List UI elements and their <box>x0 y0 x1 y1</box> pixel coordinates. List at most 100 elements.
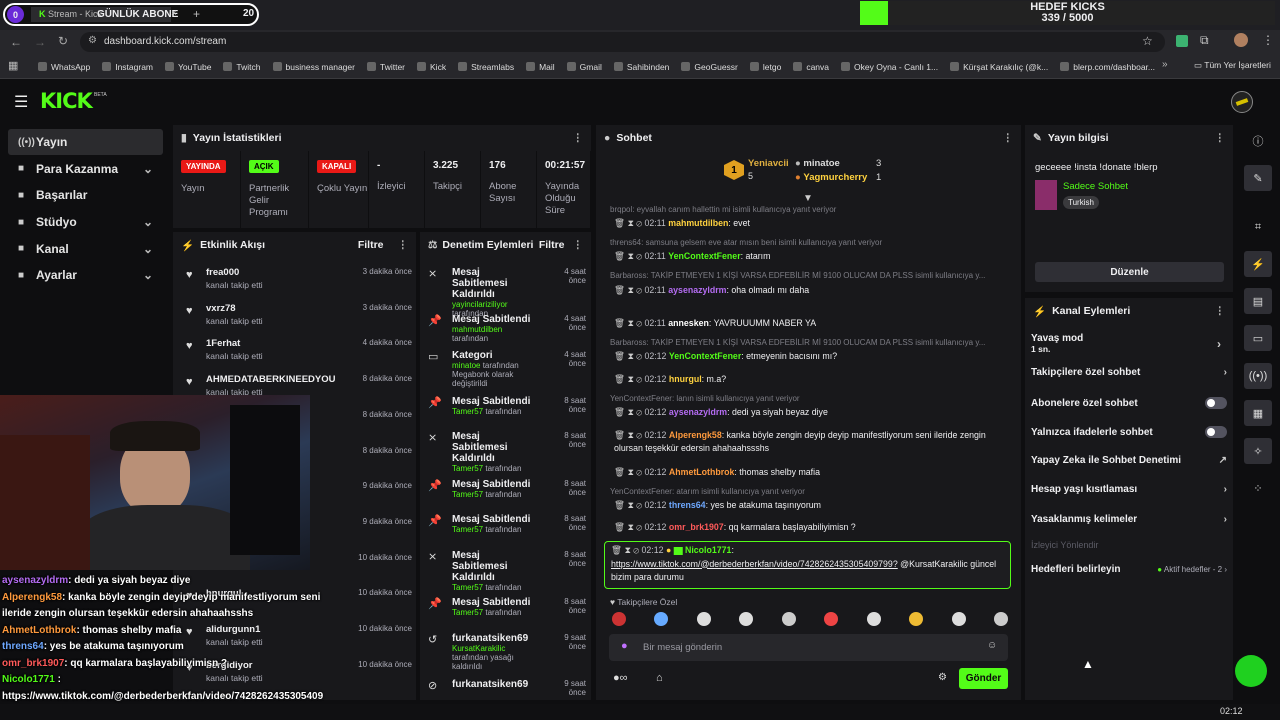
moderator-name[interactable]: Tamer57 <box>452 583 483 592</box>
reload-icon[interactable]: ↻ <box>58 34 68 48</box>
banned-words-row[interactable]: Yasaklanmış kelimeler › <box>1031 514 1227 525</box>
extensions-icon[interactable]: ⧉ <box>1200 33 1209 48</box>
bookmark-item[interactable]: Twitch <box>223 61 261 72</box>
edit-icon[interactable]: ✎ <box>1244 165 1272 191</box>
timeout-icon[interactable]: ⧗ <box>628 467 637 477</box>
forward-icon[interactable]: → <box>34 35 46 49</box>
sidebar-item-3[interactable]: ■ Stüdyo ⌄ <box>8 209 163 235</box>
message-user[interactable]: omr_brk1907 <box>669 522 724 532</box>
category-link[interactable]: Sadece Sohbet <box>1063 181 1128 192</box>
delete-icon[interactable]: 🗑 <box>614 522 628 532</box>
moderator-name[interactable]: Tamer57 <box>452 490 483 499</box>
message-user[interactable]: Nicolo1771 <box>685 545 731 555</box>
bookmark-item[interactable]: letgo <box>749 61 781 72</box>
sidebar-item-5[interactable]: ■ Ayarlar ⌄ <box>8 262 163 288</box>
moderator-name[interactable]: mahmutdilben <box>452 325 502 334</box>
wrench-icon[interactable]: ✧ <box>1244 438 1272 464</box>
emote-icon[interactable] <box>909 612 924 626</box>
message-user[interactable]: mahmutdilben <box>668 218 728 228</box>
hamburger-menu-icon[interactable]: ☰ <box>14 92 28 112</box>
delete-icon[interactable]: 🗑 <box>614 407 628 417</box>
emote-icon[interactable] <box>951 612 966 626</box>
timeout-icon[interactable]: ⧗ <box>628 500 637 510</box>
emote-icon[interactable] <box>696 612 711 626</box>
sidebar-item-2[interactable]: ■ Başarılar <box>8 182 163 208</box>
chat-settings-icon[interactable]: ⚙ <box>938 672 947 683</box>
bookmark-item[interactable]: Okey Oyna - Canlı 1... <box>841 61 938 72</box>
emote-icon[interactable] <box>993 612 1008 626</box>
followers-only-row[interactable]: Takipçilere özel sohbet › <box>1031 367 1227 378</box>
send-button[interactable]: Gönder <box>959 668 1008 689</box>
bookmark-item[interactable]: blerp.com/dashboar... <box>1060 61 1155 72</box>
moderator-name[interactable]: KursatKarakilic <box>452 644 505 653</box>
stats-menu-icon[interactable]: ⋮ <box>573 132 584 144</box>
message-user[interactable]: hnurgul <box>669 374 702 384</box>
profile-avatar[interactable] <box>1234 33 1248 47</box>
crop-icon[interactable]: ⌗ <box>1244 214 1272 240</box>
moderation-filter-button[interactable]: Filtre <box>539 239 565 251</box>
bookmark-item[interactable]: business manager <box>272 61 355 72</box>
message-link[interactable]: https://www.tiktok.com/@derbederberkfan/… <box>611 559 898 569</box>
lightning-icon[interactable]: ⚡ <box>1244 251 1272 277</box>
timeout-icon[interactable]: ⧗ <box>628 407 637 417</box>
activity-filter-button[interactable]: Filtre <box>358 239 384 251</box>
sidebar-item-1[interactable]: ■ Para Kazanma ⌄ <box>8 156 163 182</box>
grid-icon[interactable]: ▦ <box>1244 400 1272 426</box>
bookmark-item[interactable]: Mail <box>526 61 555 72</box>
emote-icon[interactable] <box>824 612 839 626</box>
all-bookmarks-link[interactable]: ▭ Tüm Yer İşaretleri <box>1194 60 1271 71</box>
apps-grid-icon[interactable]: ▦ <box>8 59 18 72</box>
bookmark-item[interactable]: canva <box>793 61 829 72</box>
browser-menu-icon[interactable]: ⋮ <box>1262 33 1274 47</box>
message-user[interactable]: annesken <box>668 318 709 328</box>
emoji-picker-icon[interactable]: ☺ <box>987 640 997 651</box>
timeout-icon[interactable]: ⧗ <box>625 545 631 555</box>
floating-action-button[interactable] <box>1235 655 1267 687</box>
store-icon[interactable]: ⌂ <box>656 672 663 684</box>
bookmark-star-icon[interactable]: ☆ <box>1142 34 1153 48</box>
points-icon[interactable]: ●∞ <box>613 672 628 684</box>
slow-mode-row[interactable]: Yavaş mod 1 sn. › <box>1031 333 1227 354</box>
user-avatar[interactable] <box>1231 91 1253 113</box>
new-tab-button[interactable]: + <box>193 7 200 21</box>
document-icon[interactable]: ▤ <box>1244 288 1272 314</box>
message-user[interactable]: YenContextFener <box>669 351 741 361</box>
drag-handle-icon[interactable]: ⁘ <box>1244 475 1272 501</box>
bookmarks-overflow-icon[interactable]: » <box>1162 59 1168 70</box>
account-age-row[interactable]: Hesap yaşı kısıtlaması › <box>1031 484 1227 495</box>
bookmark-item[interactable]: Kick <box>417 61 446 72</box>
chat-menu-icon[interactable]: ⋮ <box>1003 132 1014 144</box>
moderator-name[interactable]: yayincilariziliyor <box>452 300 508 309</box>
moderator-name[interactable]: Tamer57 <box>452 464 483 473</box>
tab-close-icon[interactable]: × <box>171 8 177 19</box>
emote-icon[interactable] <box>739 612 754 626</box>
moderator-name[interactable]: minatoe <box>452 361 480 370</box>
bookmark-item[interactable]: Instagram <box>102 61 153 72</box>
emote-icon[interactable] <box>654 612 669 626</box>
moderation-menu-icon[interactable]: ⋮ <box>573 239 584 251</box>
url-field[interactable]: ⚙ dashboard.kick.com/stream ☆ <box>80 32 1165 52</box>
bookmark-item[interactable]: Sahibinden <box>613 61 669 72</box>
gifter-name[interactable]: Yeniavcii <box>748 158 789 169</box>
message-user[interactable]: aysenazyldrm <box>669 407 727 417</box>
delete-icon[interactable]: 🗑 <box>614 374 628 384</box>
moderator-name[interactable]: Tamer57 <box>452 608 483 617</box>
bookmark-item[interactable]: YouTube <box>165 61 211 72</box>
timeout-icon[interactable]: ⧗ <box>628 218 637 228</box>
delete-icon[interactable]: 🗑 <box>614 500 628 510</box>
kick-logo[interactable]: KICK <box>40 89 93 113</box>
bookmark-item[interactable]: Kürşat Karakılıç (@k... <box>950 61 1048 72</box>
chat-icon[interactable]: ▭ <box>1244 325 1272 351</box>
emote-icon[interactable] <box>612 612 626 626</box>
moderator-name[interactable]: Tamer57 <box>452 525 483 534</box>
emotes-only-toggle[interactable] <box>1205 426 1227 438</box>
timeout-icon[interactable]: ⧗ <box>628 351 637 361</box>
ai-moderation-row[interactable]: Yapay Zeka ile Sohbet Denetimi ↗ <box>1031 455 1227 466</box>
emote-icon[interactable] <box>781 612 796 626</box>
edit-stream-info-button[interactable]: Düzenle <box>1035 262 1224 282</box>
message-user[interactable]: AhmetLothbrok <box>669 467 734 477</box>
activity-menu-icon[interactable]: ⋮ <box>398 239 409 251</box>
bookmark-item[interactable]: WhatsApp <box>38 61 90 72</box>
timeout-icon[interactable]: ⧗ <box>628 522 637 532</box>
bookmark-item[interactable]: Gmail <box>566 61 602 72</box>
